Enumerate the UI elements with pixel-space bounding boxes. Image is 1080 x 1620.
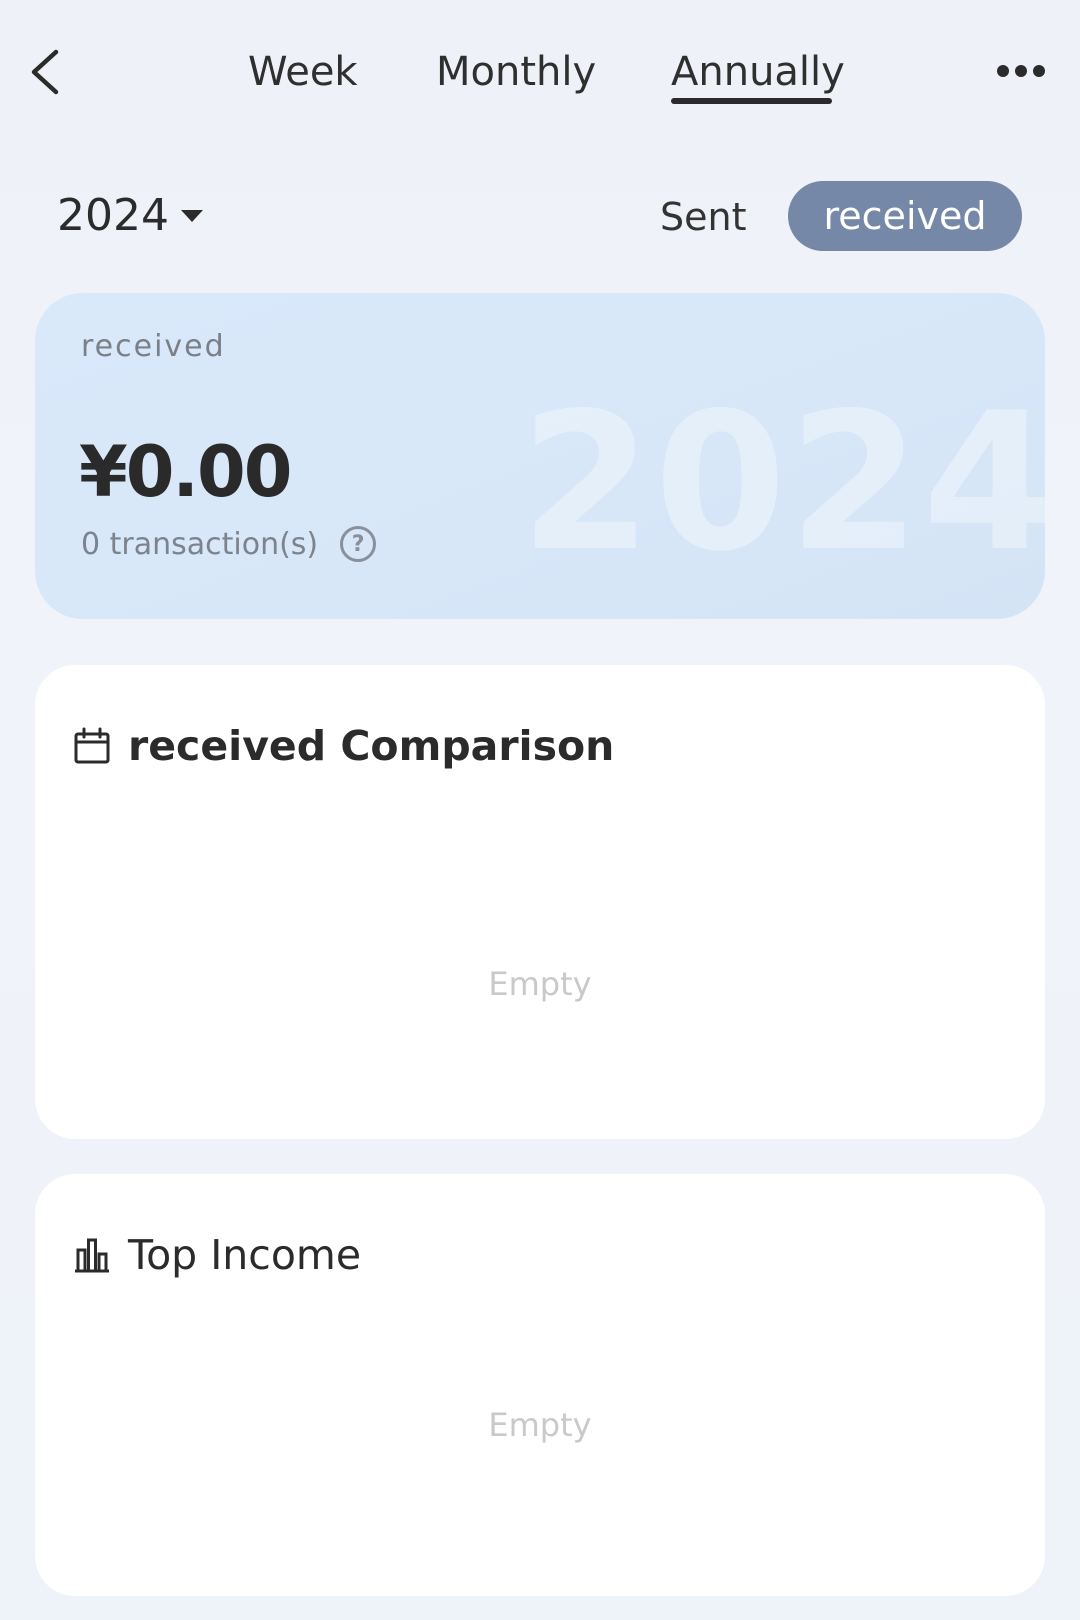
back-button[interactable]	[26, 46, 70, 98]
year-dropdown[interactable]: 2024	[57, 186, 203, 246]
tab-week[interactable]: Week	[248, 46, 358, 98]
transaction-count-text: 0 transaction(s)	[81, 526, 319, 562]
tab-monthly[interactable]: Monthly	[436, 46, 596, 98]
year-value: 2024	[57, 190, 169, 241]
summary-label: received	[81, 329, 226, 364]
top-nav: Week Monthly Annually	[0, 0, 1080, 140]
transaction-count: 0 transaction(s) ?	[81, 526, 377, 562]
more-horizontal-icon	[997, 65, 1045, 77]
top-income-empty-state: Empty	[488, 1406, 592, 1444]
bar-chart-icon	[75, 1238, 109, 1273]
top-income-card: Top Income Empty	[35, 1174, 1045, 1596]
top-income-card-title: Top Income	[128, 1231, 362, 1279]
help-circle-icon[interactable]: ?	[340, 526, 377, 562]
comparison-empty-state: Empty	[488, 965, 592, 1003]
summary-card: 2024 received ¥0.00 0 transaction(s) ?	[35, 293, 1045, 619]
tab-annually[interactable]: Annually	[671, 46, 845, 98]
chevron-left-icon	[31, 49, 59, 95]
comparison-card-header: received Comparison	[73, 721, 614, 771]
watermark-year: 2024	[520, 372, 1045, 593]
summary-amount: ¥0.00	[79, 431, 292, 513]
toggle-received[interactable]: received	[788, 181, 1022, 251]
active-tab-indicator	[671, 98, 832, 104]
comparison-card: received Comparison Empty	[35, 665, 1045, 1139]
comparison-card-title: received Comparison	[128, 722, 615, 770]
calendar-icon	[74, 727, 110, 764]
top-income-card-header: Top Income	[73, 1230, 361, 1280]
more-button[interactable]	[996, 58, 1046, 84]
caret-down-icon	[180, 210, 203, 222]
toggle-sent[interactable]: Sent	[660, 186, 746, 248]
